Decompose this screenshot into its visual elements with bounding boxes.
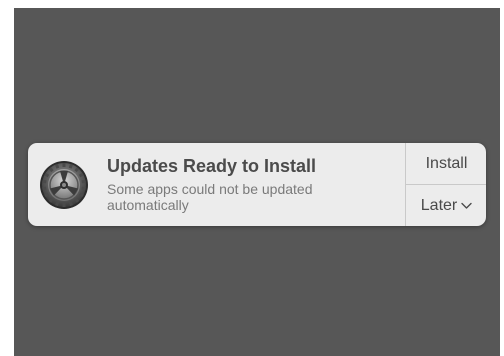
install-button-label: Install [425,154,468,172]
install-button[interactable]: Install [406,143,486,185]
notification-body: Some apps could not be updated automatic… [107,181,397,213]
desktop-background: Updates Ready to Install Some apps could… [14,8,500,356]
notification-actions: Install Later [405,143,486,226]
notification-title: Updates Ready to Install [107,156,317,176]
later-button[interactable]: Later [406,185,486,226]
notification-text: Updates Ready to Install Some apps could… [107,155,397,213]
system-preferences-gear-icon [39,160,89,210]
later-button-label: Later [420,196,458,214]
chevron-down-icon [461,202,472,210]
update-notification-banner[interactable]: Updates Ready to Install Some apps could… [28,143,486,226]
notification-body-line-2: automatically [107,197,189,213]
notification-body-line-1: Some apps could not be updated [107,181,313,197]
